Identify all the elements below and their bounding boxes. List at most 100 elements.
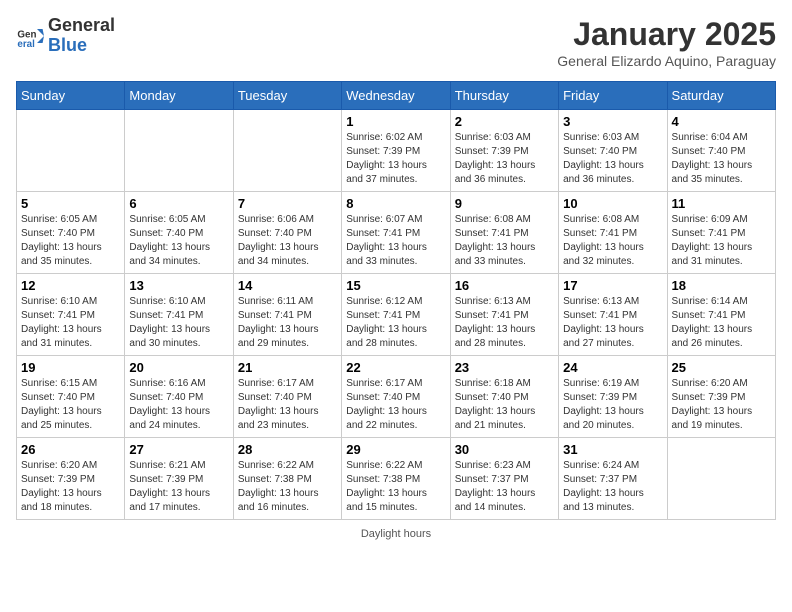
day-number: 5 <box>21 196 120 211</box>
day-info: Sunrise: 6:16 AM Sunset: 7:40 PM Dayligh… <box>129 377 228 433</box>
day-number: 17 <box>563 278 662 293</box>
day-number: 26 <box>21 442 120 457</box>
day-number: 1 <box>346 114 445 129</box>
calendar-cell: 29Sunrise: 6:22 AM Sunset: 7:38 PM Dayli… <box>342 438 450 520</box>
svg-text:eral: eral <box>17 39 35 50</box>
weekday-header-saturday: Saturday <box>667 82 775 110</box>
calendar-cell: 27 Sunrise: 6:21 AM Sunset: 7:39 PM Dayli… <box>125 438 233 520</box>
day-number: 14 <box>238 278 337 293</box>
month-title: January 2025 <box>557 16 776 53</box>
day-info: Sunrise: 6:13 AM Sunset: 7:41 PM Dayligh… <box>455 295 554 351</box>
day-number: 16 <box>455 278 554 293</box>
day-number: 4 <box>672 114 771 129</box>
calendar-cell: 18Sunrise: 6:14 AM Sunset: 7:41 PM Dayli… <box>667 274 775 356</box>
calendar-cell: 13Sunrise: 6:10 AM Sunset: 7:41 PM Dayli… <box>125 274 233 356</box>
day-info: Sunrise: 6:12 AM Sunset: 7:41 PM Dayligh… <box>346 295 445 351</box>
day-info: Sunrise: 6:23 AM Sunset: 7:37 PM Dayligh… <box>455 459 554 515</box>
day-number: 24 <box>563 360 662 375</box>
logo-general: General <box>48 16 115 36</box>
weekday-header-wednesday: Wednesday <box>342 82 450 110</box>
logo-blue: Blue <box>48 36 115 56</box>
day-info: Sunrise: 6:03 AM Sunset: 7:40 PM Dayligh… <box>563 131 662 187</box>
day-number: 21 <box>238 360 337 375</box>
weekday-header-monday: Monday <box>125 82 233 110</box>
day-number: 15 <box>346 278 445 293</box>
day-number: 9 <box>455 196 554 211</box>
calendar-cell: 10Sunrise: 6:08 AM Sunset: 7:41 PM Dayli… <box>559 192 667 274</box>
calendar-week-4: 19 Sunrise: 6:15 AM Sunset: 7:40 PM Dayli… <box>17 356 776 438</box>
calendar-cell <box>233 110 341 192</box>
calendar-cell: 20 Sunrise: 6:16 AM Sunset: 7:40 PM Dayli… <box>125 356 233 438</box>
weekday-row: SundayMondayTuesdayWednesdayThursdayFrid… <box>17 82 776 110</box>
calendar-cell: 2Sunrise: 6:03 AM Sunset: 7:39 PM Daylig… <box>450 110 558 192</box>
weekday-header-friday: Friday <box>559 82 667 110</box>
calendar-cell: 24Sunrise: 6:19 AM Sunset: 7:39 PM Dayli… <box>559 356 667 438</box>
calendar-cell <box>17 110 125 192</box>
day-number: 6 <box>129 196 228 211</box>
daylight-label: Daylight hours <box>361 528 431 540</box>
calendar-cell: 12 Sunrise: 6:10 AM Sunset: 7:41 PM Dayli… <box>17 274 125 356</box>
calendar-cell: 31Sunrise: 6:24 AM Sunset: 7:37 PM Dayli… <box>559 438 667 520</box>
calendar-cell <box>125 110 233 192</box>
day-number: 25 <box>672 360 771 375</box>
title-block: January 2025 General Elizardo Aquino, Pa… <box>557 16 776 69</box>
day-info: Sunrise: 6:09 AM Sunset: 7:41 PM Dayligh… <box>672 213 771 269</box>
day-number: 30 <box>455 442 554 457</box>
calendar-cell: 16 Sunrise: 6:13 AM Sunset: 7:41 PM Dayli… <box>450 274 558 356</box>
day-info: Sunrise: 6:06 AM Sunset: 7:40 PM Dayligh… <box>238 213 337 269</box>
day-number: 3 <box>563 114 662 129</box>
day-number: 28 <box>238 442 337 457</box>
calendar-cell: 17 Sunrise: 6:13 AM Sunset: 7:41 PM Dayli… <box>559 274 667 356</box>
day-number: 18 <box>672 278 771 293</box>
day-info: Sunrise: 6:10 AM Sunset: 7:41 PM Dayligh… <box>21 295 120 351</box>
logo-icon: Gen eral <box>16 22 44 50</box>
day-info: Sunrise: 6:18 AM Sunset: 7:40 PM Dayligh… <box>455 377 554 433</box>
weekday-header-sunday: Sunday <box>17 82 125 110</box>
weekday-header-thursday: Thursday <box>450 82 558 110</box>
calendar-cell: 26 Sunrise: 6:20 AM Sunset: 7:39 PM Dayli… <box>17 438 125 520</box>
day-info: Sunrise: 6:13 AM Sunset: 7:41 PM Dayligh… <box>563 295 662 351</box>
day-info: Sunrise: 6:02 AM Sunset: 7:39 PM Dayligh… <box>346 131 445 187</box>
day-info: Sunrise: 6:07 AM Sunset: 7:41 PM Dayligh… <box>346 213 445 269</box>
calendar-cell: 23Sunrise: 6:18 AM Sunset: 7:40 PM Dayli… <box>450 356 558 438</box>
day-number: 20 <box>129 360 228 375</box>
calendar-table: SundayMondayTuesdayWednesdayThursdayFrid… <box>16 81 776 520</box>
day-number: 19 <box>21 360 120 375</box>
calendar-week-3: 12 Sunrise: 6:10 AM Sunset: 7:41 PM Dayli… <box>17 274 776 356</box>
day-info: Sunrise: 6:21 AM Sunset: 7:39 PM Dayligh… <box>129 459 228 515</box>
day-info: Sunrise: 6:04 AM Sunset: 7:40 PM Dayligh… <box>672 131 771 187</box>
day-number: 29 <box>346 442 445 457</box>
page-header: Gen eral General Blue January 2025 Gener… <box>16 16 776 69</box>
calendar-week-2: 5 Sunrise: 6:05 AM Sunset: 7:40 PM Daylig… <box>17 192 776 274</box>
calendar-cell: 15 Sunrise: 6:12 AM Sunset: 7:41 PM Dayli… <box>342 274 450 356</box>
calendar-cell: 6 Sunrise: 6:05 AM Sunset: 7:40 PM Daylig… <box>125 192 233 274</box>
calendar-cell: 4 Sunrise: 6:04 AM Sunset: 7:40 PM Daylig… <box>667 110 775 192</box>
calendar-week-1: 1 Sunrise: 6:02 AM Sunset: 7:39 PM Daylig… <box>17 110 776 192</box>
day-info: Sunrise: 6:17 AM Sunset: 7:40 PM Dayligh… <box>238 377 337 433</box>
day-info: Sunrise: 6:20 AM Sunset: 7:39 PM Dayligh… <box>21 459 120 515</box>
day-info: Sunrise: 6:24 AM Sunset: 7:37 PM Dayligh… <box>563 459 662 515</box>
day-info: Sunrise: 6:08 AM Sunset: 7:41 PM Dayligh… <box>455 213 554 269</box>
day-info: Sunrise: 6:15 AM Sunset: 7:40 PM Dayligh… <box>21 377 120 433</box>
day-info: Sunrise: 6:22 AM Sunset: 7:38 PM Dayligh… <box>238 459 337 515</box>
calendar-cell: 30 Sunrise: 6:23 AM Sunset: 7:37 PM Dayli… <box>450 438 558 520</box>
day-info: Sunrise: 6:10 AM Sunset: 7:41 PM Dayligh… <box>129 295 228 351</box>
calendar-cell: 5Sunrise: 6:05 AM Sunset: 7:40 PM Daylig… <box>17 192 125 274</box>
day-number: 27 <box>129 442 228 457</box>
day-number: 22 <box>346 360 445 375</box>
calendar-cell: 14Sunrise: 6:11 AM Sunset: 7:41 PM Dayli… <box>233 274 341 356</box>
calendar-cell: 8 Sunrise: 6:07 AM Sunset: 7:41 PM Daylig… <box>342 192 450 274</box>
logo: Gen eral General Blue <box>16 16 115 56</box>
calendar-cell: 22Sunrise: 6:17 AM Sunset: 7:40 PM Dayli… <box>342 356 450 438</box>
day-number: 8 <box>346 196 445 211</box>
calendar-cell: 3 Sunrise: 6:03 AM Sunset: 7:40 PM Daylig… <box>559 110 667 192</box>
weekday-header-tuesday: Tuesday <box>233 82 341 110</box>
day-number: 12 <box>21 278 120 293</box>
calendar-cell: 25Sunrise: 6:20 AM Sunset: 7:39 PM Dayli… <box>667 356 775 438</box>
subtitle: General Elizardo Aquino, Paraguay <box>557 53 776 69</box>
calendar-cell <box>667 438 775 520</box>
day-info: Sunrise: 6:05 AM Sunset: 7:40 PM Dayligh… <box>129 213 228 269</box>
calendar-header: SundayMondayTuesdayWednesdayThursdayFrid… <box>17 82 776 110</box>
calendar-cell: 1 Sunrise: 6:02 AM Sunset: 7:39 PM Daylig… <box>342 110 450 192</box>
calendar-cell: 7Sunrise: 6:06 AM Sunset: 7:40 PM Daylig… <box>233 192 341 274</box>
